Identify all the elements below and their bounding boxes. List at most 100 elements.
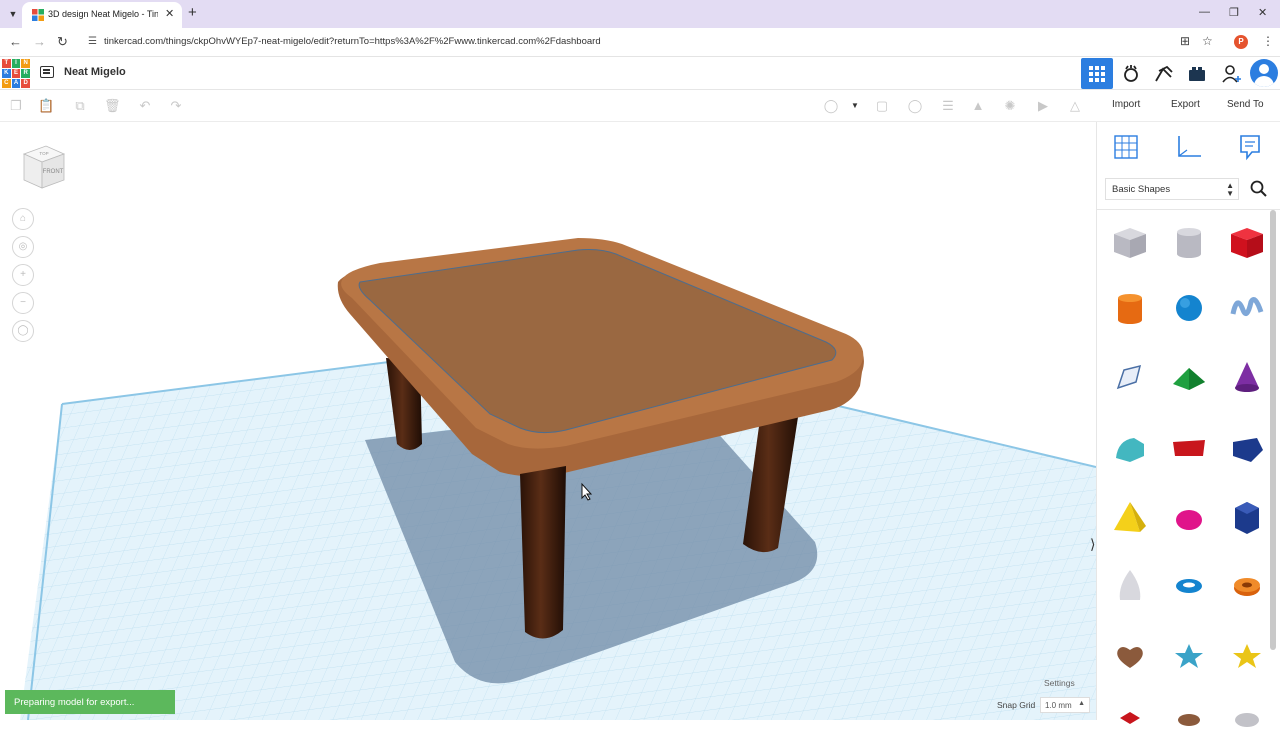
polygon-shape[interactable] <box>1227 428 1267 468</box>
search-icon[interactable] <box>1249 179 1269 199</box>
restore-icon[interactable]: ❐ <box>1229 6 1239 19</box>
browser-menu-icon[interactable]: ⋮ <box>1262 34 1274 48</box>
site-info-icon[interactable]: ☰ <box>88 36 97 47</box>
group-icon[interactable]: ◯ <box>907 98 923 114</box>
tab-title: 3D design Neat Migelo - Tinkercad <box>48 9 158 19</box>
install-app-icon[interactable]: ⊞ <box>1180 34 1190 48</box>
logo-letter: I <box>11 59 21 68</box>
logo-letter: R <box>21 69 30 78</box>
close-icon[interactable]: ✕ <box>165 7 174 20</box>
redo-icon[interactable]: ↷ <box>168 98 184 114</box>
collapse-panel-icon[interactable]: ⟩ <box>1090 536 1095 553</box>
sim-lab-icon[interactable] <box>1152 63 1176 85</box>
close-window-icon[interactable]: ✕ <box>1258 6 1267 19</box>
mirror-icon[interactable]: ▲ <box>970 98 986 114</box>
paste-icon[interactable]: 📋 <box>38 98 54 114</box>
align-icon[interactable]: ☰ <box>940 98 956 114</box>
import-button[interactable]: Import <box>1112 99 1140 110</box>
profile-avatar[interactable]: P <box>1234 35 1248 49</box>
snap-grid-label: Snap Grid <box>997 700 1036 710</box>
view-cube-front-label: FRONT <box>43 169 64 175</box>
duplicate-icon[interactable]: ⧉ <box>72 98 88 114</box>
add-user-icon[interactable] <box>1220 63 1244 85</box>
user-avatar[interactable] <box>1250 59 1278 87</box>
notes-icon[interactable] <box>1235 132 1265 162</box>
partial-shape-brown[interactable] <box>1169 704 1209 744</box>
3d-view-button[interactable] <box>1081 58 1113 89</box>
zoom-in-icon[interactable]: + <box>12 264 34 286</box>
minimize-icon[interactable]: — <box>1199 6 1210 18</box>
blocks-icon[interactable] <box>1119 63 1143 85</box>
bookmark-star-icon[interactable]: ☆ <box>1202 34 1213 48</box>
partial-shape-red[interactable] <box>1110 704 1150 744</box>
settings-link[interactable]: Settings <box>1044 678 1075 688</box>
workplane-icon[interactable]: △ <box>1067 98 1083 114</box>
workplane-grid-icon[interactable] <box>1111 132 1141 162</box>
shape-library-select[interactable]: Basic Shapes ▲ ▼ <box>1105 178 1239 200</box>
zoom-out-icon[interactable]: − <box>12 292 34 314</box>
delete-icon[interactable]: 🗑 <box>104 98 121 114</box>
torus-shape[interactable] <box>1169 566 1209 606</box>
partial-shape-gray[interactable] <box>1227 704 1267 744</box>
cone-shape[interactable] <box>1227 358 1267 398</box>
browser-tab[interactable]: 3D design Neat Migelo - Tinkercad ✕ <box>22 2 182 28</box>
round-roof-shape[interactable] <box>1110 428 1150 468</box>
light-bulb-icon[interactable]: ◯ <box>823 98 839 114</box>
back-icon[interactable]: ← <box>9 34 22 49</box>
design-title[interactable]: Neat Migelo <box>64 66 126 78</box>
text-shape[interactable] <box>1169 428 1209 468</box>
logo-letter: D <box>21 79 30 88</box>
updown-arrows-icon: ▲ ▼ <box>1226 181 1234 198</box>
perspective-icon[interactable]: ◯ <box>12 320 34 342</box>
paraboloid-shape[interactable] <box>1110 566 1150 606</box>
note-icon[interactable]: ▢ <box>874 98 890 114</box>
roof-shape[interactable] <box>1169 358 1209 398</box>
box-hole-shape[interactable] <box>1110 222 1150 262</box>
heart-shape[interactable] <box>1110 636 1150 676</box>
tube-shape[interactable] <box>1227 566 1267 606</box>
star-yellow-shape[interactable] <box>1227 636 1267 676</box>
address-bar: ← → ↻ ☰ tinkercad.com/things/ckpOhvWYEp7… <box>0 28 1280 57</box>
workplane-canvas[interactable]: TOP FRONT ⌂ ◎ + − ◯ Preparing model for … <box>0 122 1096 720</box>
home-view-icon[interactable]: ⌂ <box>12 208 34 230</box>
cylinder-hole-shape[interactable] <box>1169 222 1209 262</box>
fit-view-icon[interactable]: ◎ <box>12 236 34 258</box>
panel-divider <box>1097 209 1280 210</box>
star-shape[interactable] <box>1169 636 1209 676</box>
send-shape-icon[interactable]: ▶ <box>1035 98 1051 114</box>
reload-icon[interactable]: ↻ <box>57 34 68 50</box>
cylinder-shape[interactable] <box>1110 288 1150 328</box>
shape-library-value: Basic Shapes <box>1112 184 1171 195</box>
undo-icon[interactable]: ↶ <box>137 98 153 114</box>
edit-toolbar: ❐ 📋 ⧉ 🗑 ↶ ↷ ◯ ▼ ▢ ◯ ☰ ▲ ✺ ▶ △ Import Exp… <box>0 90 1280 122</box>
half-sphere-shape[interactable] <box>1169 498 1209 538</box>
polygon-pen-shape[interactable] <box>1110 358 1150 398</box>
snap-grid-select[interactable]: 1.0 mm ▲ <box>1040 697 1090 713</box>
ruler-icon[interactable] <box>1173 132 1203 162</box>
box-shape[interactable] <box>1227 222 1267 262</box>
chevron-down-icon[interactable]: ▼ <box>4 6 22 22</box>
export-button[interactable]: Export <box>1171 99 1200 110</box>
3d-scene[interactable] <box>0 122 1096 720</box>
view-cube[interactable]: TOP FRONT <box>18 140 70 192</box>
table-leg-front[interactable] <box>520 466 566 639</box>
sphere-shape[interactable] <box>1169 288 1209 328</box>
chevron-down-icon[interactable]: ▼ <box>847 98 863 114</box>
cruise-icon[interactable]: ✺ <box>1002 98 1018 114</box>
scribble-shape[interactable] <box>1227 288 1267 328</box>
design-menu-icon[interactable] <box>40 66 54 78</box>
forward-icon[interactable]: → <box>33 34 46 49</box>
panel-scrollbar[interactable] <box>1270 210 1276 650</box>
new-tab-icon[interactable]: + <box>188 4 197 21</box>
prism-shape[interactable] <box>1227 498 1267 538</box>
snap-grid-value: 1.0 mm <box>1045 701 1072 710</box>
tinkercad-logo[interactable]: TIN KER CAD <box>2 59 30 88</box>
logo-letter: A <box>11 79 21 88</box>
pyramid-shape[interactable] <box>1110 498 1150 538</box>
logo-letter: K <box>2 69 11 78</box>
send-to-button[interactable]: Send To <box>1227 99 1264 110</box>
url-field[interactable]: ☰ tinkercad.com/things/ckpOhvWYEp7-neat-… <box>80 31 1170 53</box>
copy-icon[interactable]: ❐ <box>8 98 24 114</box>
shapes-panel: Basic Shapes ▲ ▼ <box>1096 122 1280 727</box>
bricks-icon[interactable] <box>1185 63 1209 85</box>
